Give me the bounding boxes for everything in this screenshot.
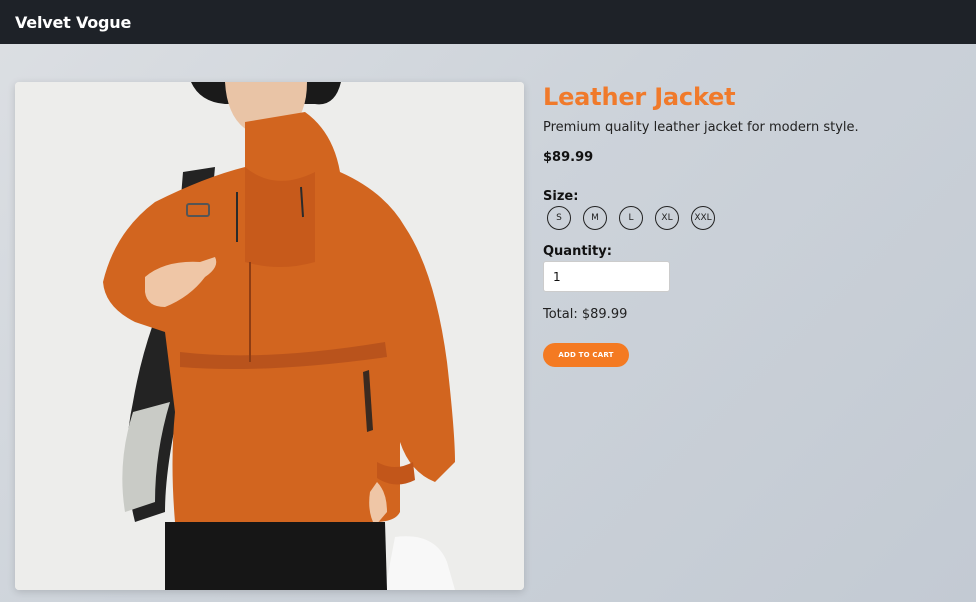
product-title: Leather Jacket	[543, 83, 736, 111]
size-option-s[interactable]: S	[547, 206, 571, 230]
add-to-cart-button[interactable]: ADD TO CART	[543, 343, 629, 367]
size-option-xl[interactable]: XL	[655, 206, 679, 230]
size-label: Size:	[543, 189, 579, 204]
total-price: Total: $89.99	[543, 307, 628, 322]
product-description: Premium quality leather jacket for moder…	[543, 120, 859, 135]
product-image	[15, 82, 524, 590]
size-selector: S M L XL XXL	[543, 206, 963, 230]
quantity-input[interactable]	[543, 261, 670, 292]
product-info: Leather Jacket Premium quality leather j…	[543, 82, 963, 367]
brand-logo[interactable]: Velvet Vogue	[15, 13, 131, 32]
top-navbar: Velvet Vogue	[0, 0, 976, 44]
size-option-xxl[interactable]: XXL	[691, 206, 715, 230]
product-price: $89.99	[543, 150, 594, 165]
quantity-label: Quantity:	[543, 244, 612, 259]
size-option-l[interactable]: L	[619, 206, 643, 230]
size-option-m[interactable]: M	[583, 206, 607, 230]
jacket-photo	[15, 82, 524, 590]
